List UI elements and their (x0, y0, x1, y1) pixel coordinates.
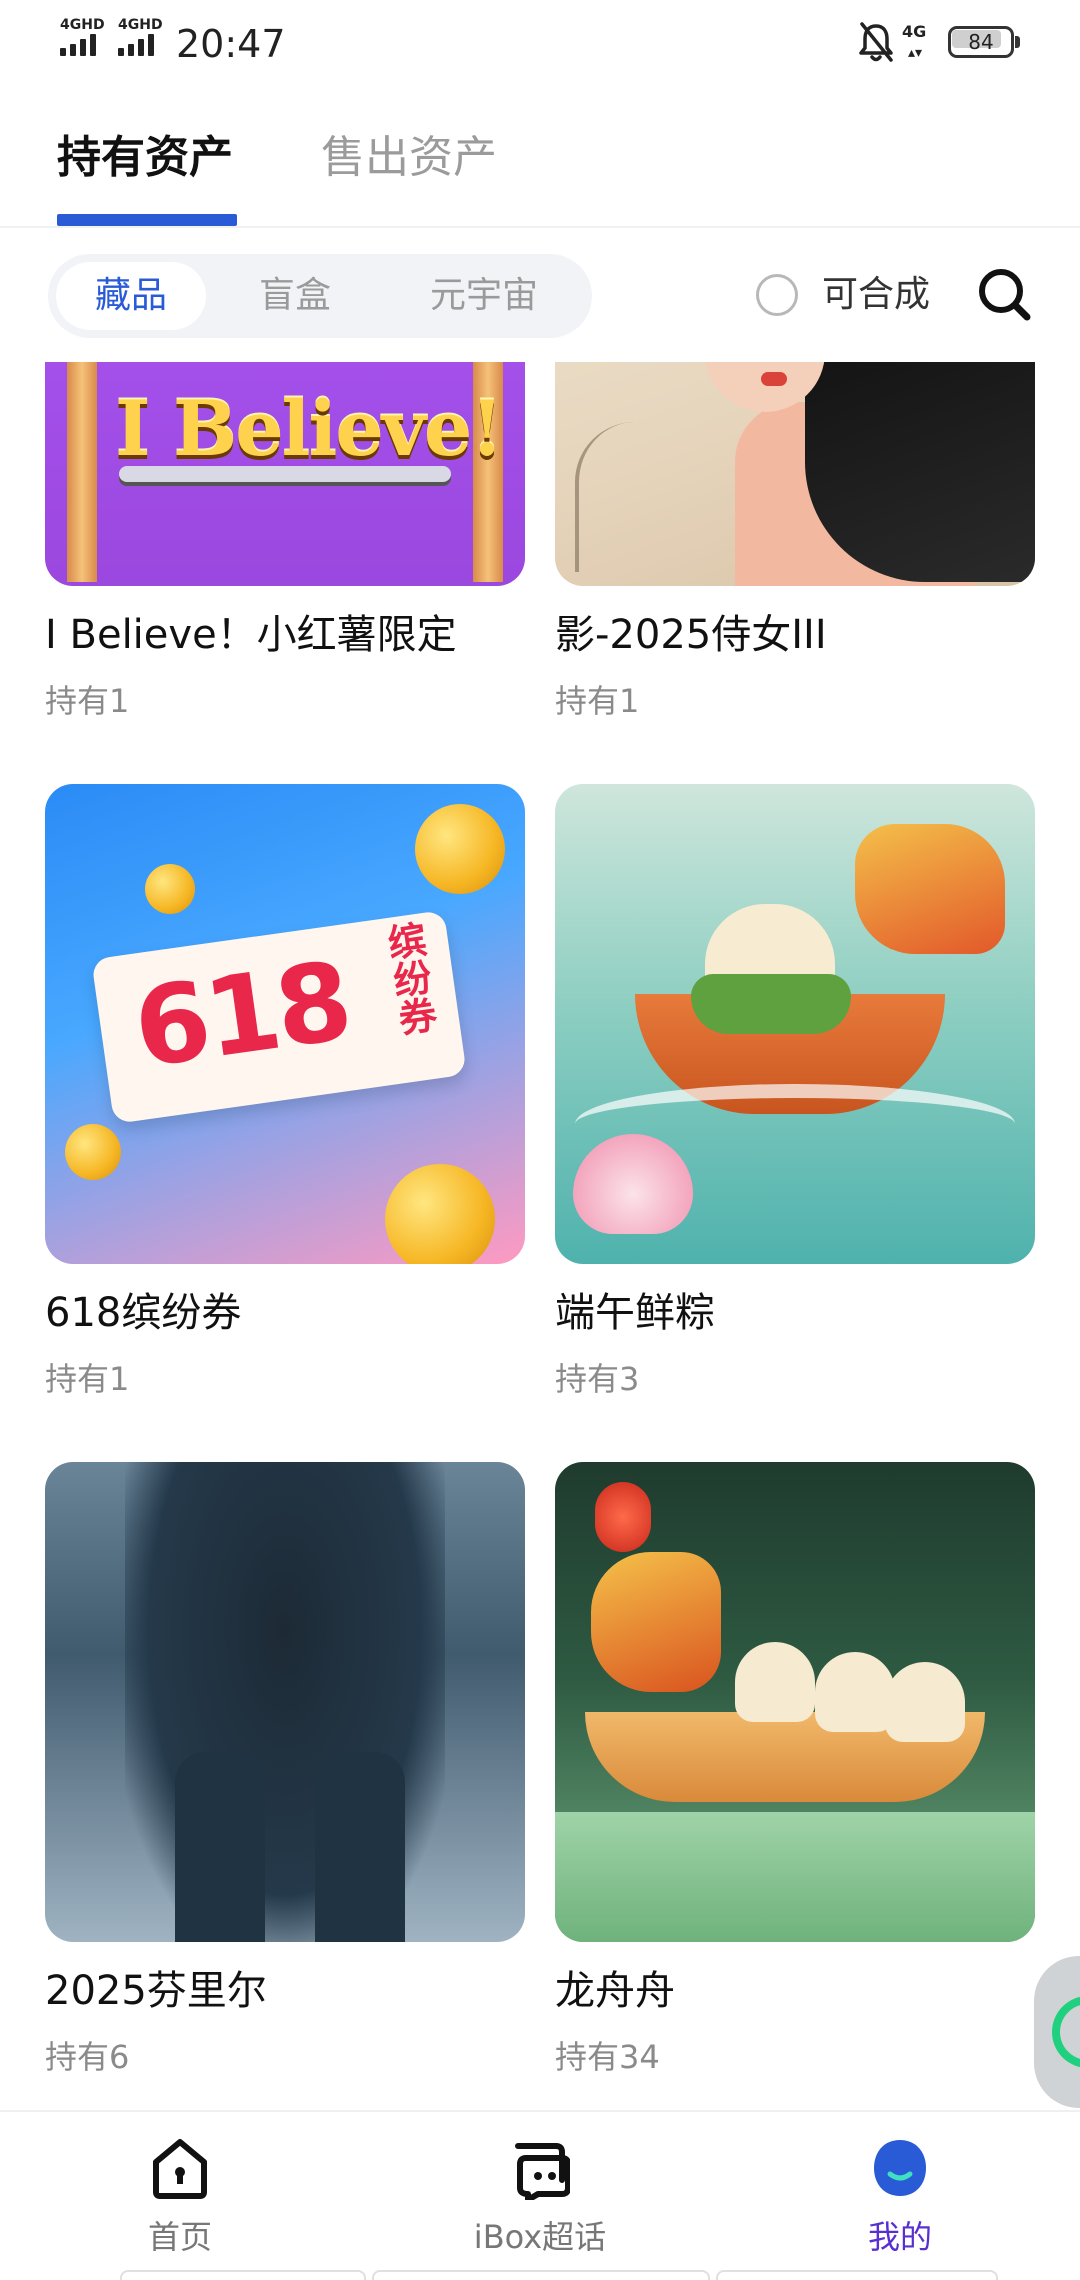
bell-off-icon (859, 22, 893, 62)
ticket-side-text: 缤纷券 (379, 919, 439, 1039)
status-bar: 4GHD 4GHD 20:47 4G ▴▾ 84 (0, 0, 1080, 90)
chat-icon (515, 2143, 570, 2200)
collectible-image (555, 784, 1035, 1264)
collectible-title: 618缤纷券 (45, 1290, 242, 1336)
nav-ibox-topic-label: iBox超话 (473, 2218, 607, 2256)
collectible-card[interactable]: 龙舟舟 持有34 (555, 1462, 1035, 2076)
collectible-image (555, 362, 1035, 586)
battery-icon: 84 (948, 26, 1020, 58)
mergeable-label[interactable]: 可合成 (822, 270, 930, 320)
collectible-title: 龙舟舟 (555, 1968, 675, 2014)
collectible-image: I Believe! (45, 362, 525, 586)
collectible-title: 影-2025侍女III (555, 612, 827, 658)
category-segmented-control: 藏品 盲盒 元宇宙 (48, 254, 592, 338)
collectible-image (45, 1462, 525, 1942)
collectible-hold-count: 持有34 (555, 2038, 660, 2076)
nav-divider (372, 2270, 710, 2280)
collectible-title: I Believe！小红薯限定 (45, 612, 457, 658)
nav-divider (716, 2270, 998, 2280)
tab-sold-assets[interactable]: 售出资产 (321, 128, 497, 188)
collectible-card[interactable]: 端午鲜粽 持有3 (555, 784, 1035, 1398)
collectible-card[interactable]: 2025芬里尔 持有6 (45, 1462, 525, 2076)
assistant-icon (1052, 1996, 1080, 2068)
signal-2: 4GHD (118, 18, 163, 56)
collectible-hold-count: 持有1 (45, 682, 130, 720)
nav-mine[interactable]: 我的 (780, 2136, 1020, 2256)
mergeable-checkbox[interactable] (756, 274, 798, 316)
collectible-hold-count: 持有1 (555, 682, 640, 720)
nav-mine-label: 我的 (867, 2218, 932, 2256)
signal-1: 4GHD (60, 18, 105, 56)
collectible-title: 2025芬里尔 (45, 1968, 267, 2014)
signal-bars-icon (118, 34, 154, 56)
collectibles-grid: I Believe! I Believe！小红薯限定 持有1 影-2025侍女I… (0, 362, 1080, 2110)
collectible-art-text: I Believe! (115, 384, 504, 473)
segment-collectibles[interactable]: 藏品 (56, 262, 206, 330)
floating-assistant-button[interactable] (1034, 1956, 1080, 2108)
collectible-hold-count: 持有1 (45, 1360, 130, 1398)
tab-active-indicator (57, 214, 237, 226)
data-arrows-icon: ▴▾ (908, 45, 923, 61)
collectible-image (555, 1462, 1035, 1942)
tab-held-assets[interactable]: 持有资产 (57, 128, 233, 188)
collectible-image: 618 缤纷券 (45, 784, 525, 1264)
profile-icon (874, 2140, 926, 2196)
signal-2-label: 4GHD (118, 17, 163, 33)
page: 4GHD 4GHD 20:47 4G ▴▾ 84 持有资产 售出资产 藏品 盲盒… (0, 0, 1080, 2280)
collectible-hold-count: 持有3 (555, 1360, 640, 1398)
network-indicator: 4G ▴▾ (902, 20, 938, 64)
segment-blind-box[interactable]: 盲盒 (220, 262, 370, 330)
collectible-title: 端午鲜粽 (555, 1290, 715, 1336)
collectible-card[interactable]: 影-2025侍女III 持有1 (555, 362, 1035, 720)
asset-tabs: 持有资产 售出资产 (0, 110, 1080, 228)
segment-metaverse[interactable]: 元宇宙 (384, 262, 584, 330)
nav-ibox-topic[interactable]: iBox超话 (420, 2136, 660, 2256)
collectible-hold-count: 持有6 (45, 2038, 130, 2076)
bottom-navigation: 首页 iBox超话 我的 (0, 2110, 1080, 2280)
ticket-number-text: 618 (126, 939, 356, 1093)
signal-bars-icon (60, 34, 96, 56)
home-icon (153, 2139, 207, 2199)
nav-divider (120, 2270, 366, 2280)
signal-1-label: 4GHD (60, 17, 105, 33)
nav-home-label: 首页 (147, 2218, 212, 2256)
battery-level: 84 (968, 30, 994, 54)
clock: 20:47 (176, 22, 286, 66)
search-icon[interactable] (976, 266, 1032, 322)
collectible-card[interactable]: I Believe! I Believe！小红薯限定 持有1 (45, 362, 525, 720)
collectible-card[interactable]: 618 缤纷券 618缤纷券 持有1 (45, 784, 525, 1398)
network-label: 4G (902, 22, 927, 41)
nav-home[interactable]: 首页 (60, 2136, 300, 2256)
